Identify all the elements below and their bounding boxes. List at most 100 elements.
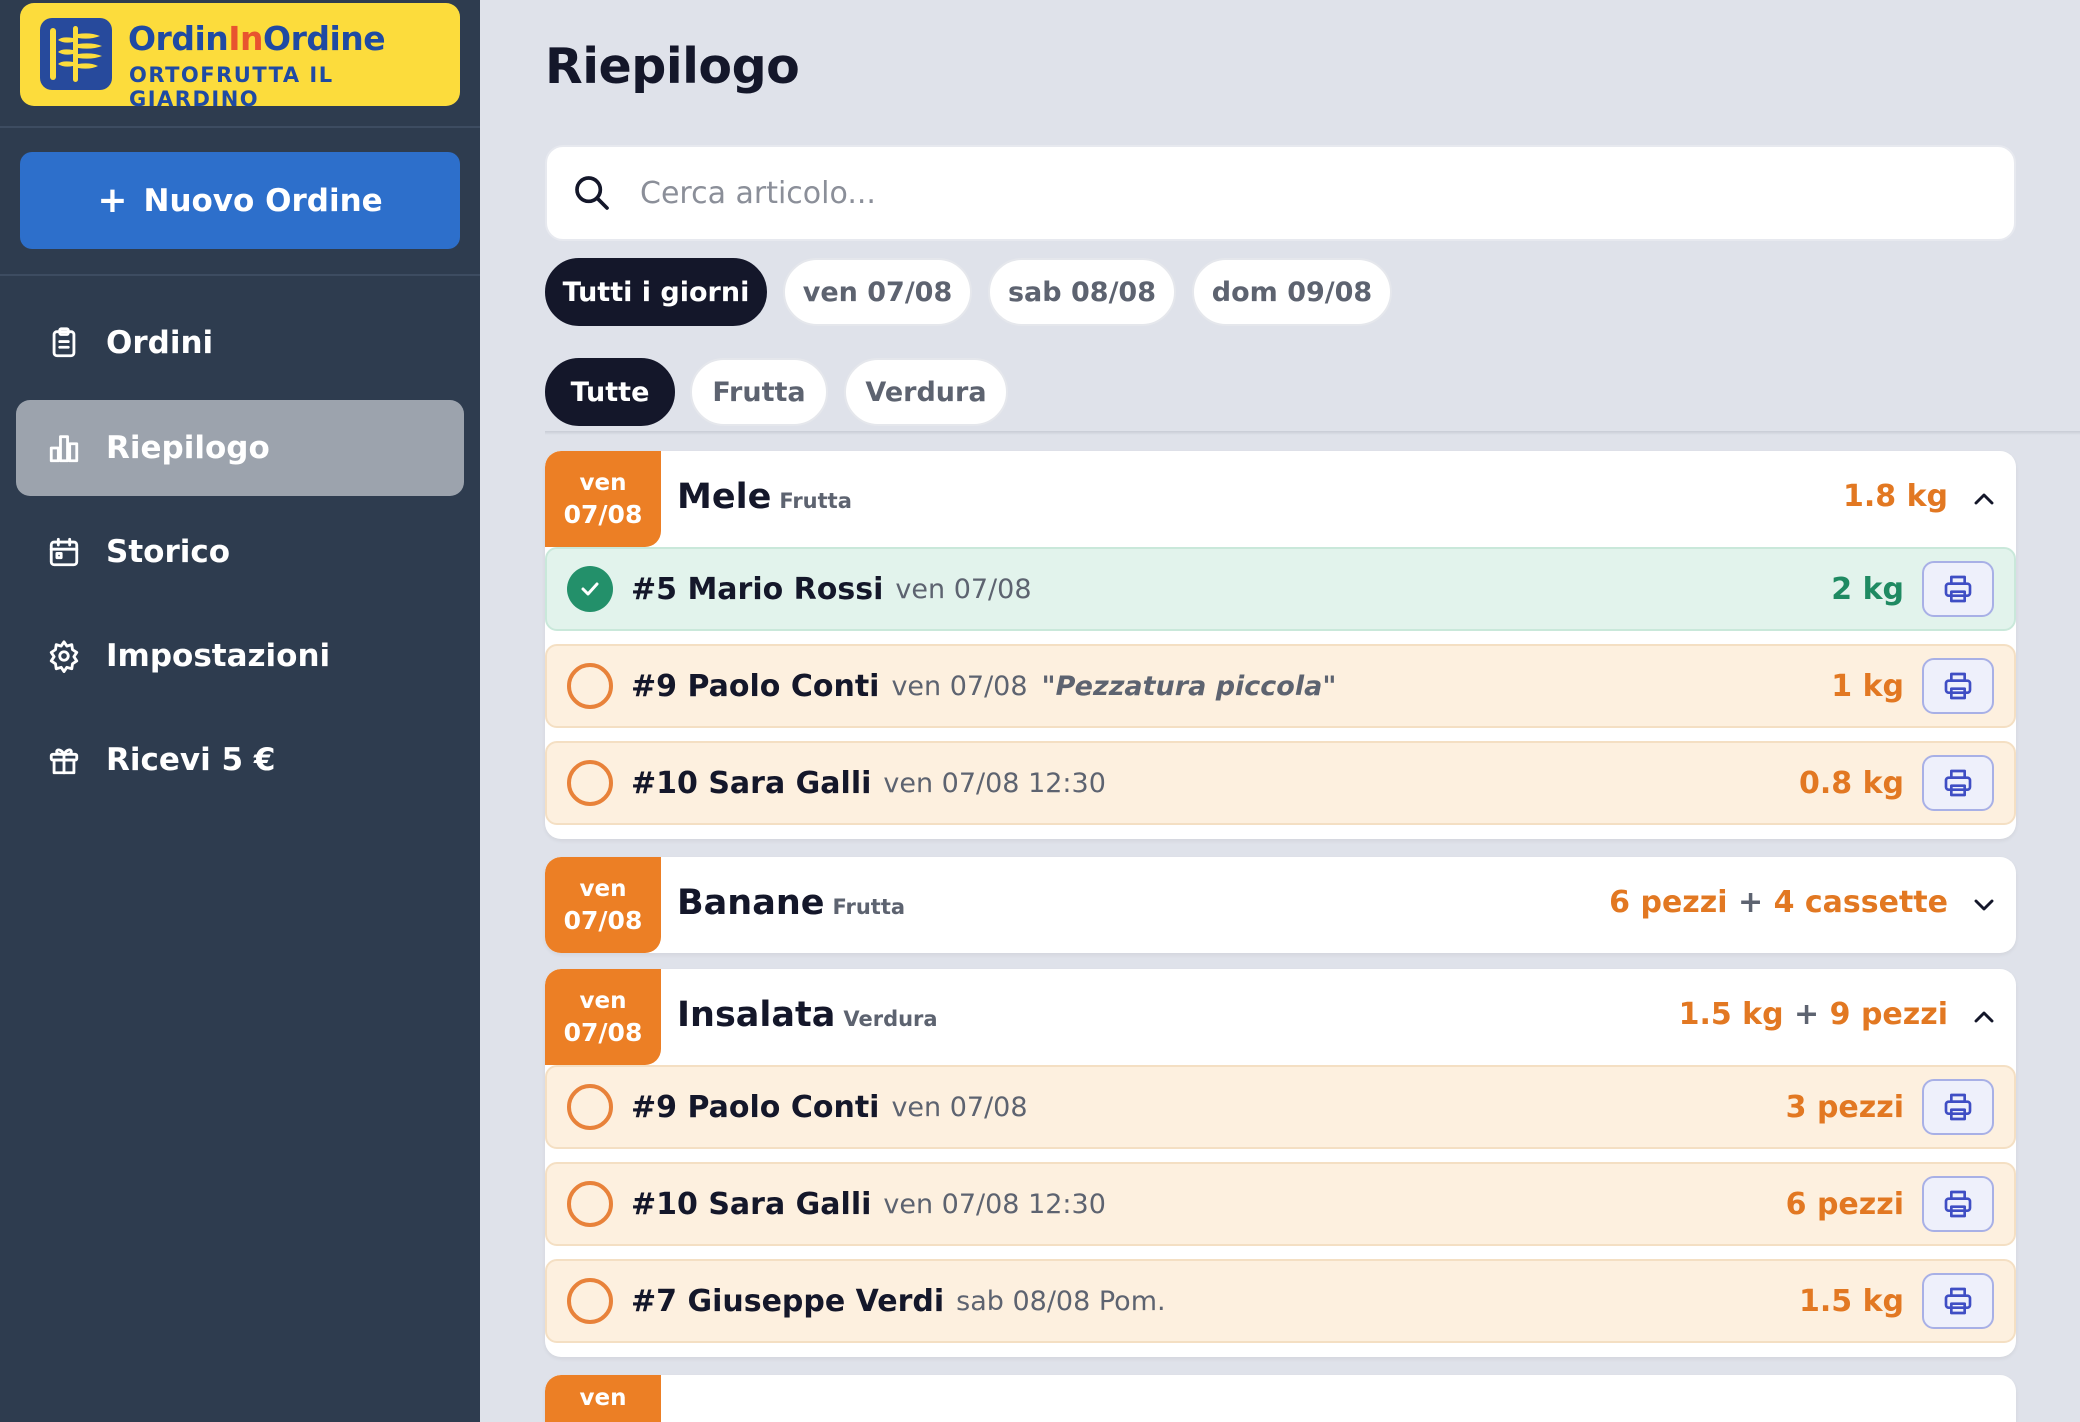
order-row[interactable]: #5 Mario Rossi ven 07/08 2 kg: [545, 547, 2016, 631]
clipboard-icon: [44, 323, 84, 363]
sticky-divider: [545, 431, 2080, 435]
gift-icon: [44, 740, 84, 780]
printer-icon: [1944, 672, 1972, 700]
print-button[interactable]: [1922, 658, 1994, 714]
product-total: 1.5 kg + 9 pezzi: [1678, 997, 1948, 1032]
product-header[interactable]: ven 07/08 Mele Frutta 1.8 kg: [545, 451, 2016, 547]
order-row[interactable]: #10 Sara Galli ven 07/08 12:30 0.8 kg: [545, 741, 2016, 825]
order-customer: #10 Sara Galli: [631, 765, 872, 801]
date-badge: ven 07/08: [545, 857, 661, 953]
printer-icon: [1944, 1093, 1972, 1121]
filter-day-all[interactable]: Tutti i giorni: [545, 258, 767, 326]
product-name: Mele Frutta: [677, 477, 852, 517]
order-row[interactable]: #9 Paolo Conti ven 07/08 3 pezzi: [545, 1065, 2016, 1149]
status-circle-icon[interactable]: [567, 1084, 613, 1130]
chart-bars-icon: [44, 428, 84, 468]
filter-category-all[interactable]: Tutte: [545, 358, 675, 426]
sidebar-item-label: Ordini: [106, 325, 214, 361]
sidebar-item-ordini[interactable]: Ordini: [16, 295, 464, 391]
order-quantity: 2 kg: [1831, 571, 1904, 607]
brand-title: OrdinInOrdine: [128, 19, 386, 58]
gear-icon: [44, 636, 84, 676]
product-total: 1.8 kg: [1842, 479, 1948, 514]
order-customer: #5 Mario Rossi: [631, 571, 884, 607]
product-header[interactable]: ven 07/08 Insalata Verdura 1.5 kg + 9 pez…: [545, 969, 2016, 1065]
print-button[interactable]: [1922, 1176, 1994, 1232]
order-date: ven 07/08 12:30: [883, 1188, 1106, 1220]
new-order-button[interactable]: + Nuovo Ordine: [20, 152, 460, 249]
sidebar-item-label: Storico: [106, 534, 231, 570]
print-button[interactable]: [1922, 1079, 1994, 1135]
date-badge: ven 07/08: [545, 451, 661, 547]
wheat-logo-icon: [40, 18, 112, 90]
filter-category-verdura[interactable]: Verdura: [844, 358, 1008, 426]
sidebar-item-label: Riepilogo: [106, 430, 270, 466]
product-card-mele: ven 07/08 Mele Frutta 1.8 kg #5 Mario Ros…: [545, 451, 2016, 839]
product-header[interactable]: ven 07/08 Banane Frutta 6 pezzi + 4 casse…: [545, 857, 2016, 953]
divider: [0, 126, 480, 128]
sidebar-item-ricevi[interactable]: Ricevi 5 €: [16, 712, 464, 808]
order-customer: #7 Giuseppe Verdi: [631, 1283, 945, 1319]
sidebar-item-storico[interactable]: Storico: [16, 504, 464, 600]
order-customer: #10 Sara Galli: [631, 1186, 872, 1222]
chevron-up-icon[interactable]: [1968, 483, 2000, 515]
product-category: Verdura: [843, 1007, 938, 1031]
print-button[interactable]: [1922, 1273, 1994, 1329]
printer-icon: [1944, 1190, 1972, 1218]
product-category: Frutta: [832, 895, 906, 919]
sidebar-item-impostazioni[interactable]: Impostazioni: [16, 608, 464, 704]
order-quantity: 0.8 kg: [1798, 765, 1904, 801]
order-customer: #9 Paolo Conti: [631, 668, 880, 704]
product-card-partial: ven: [545, 1375, 2016, 1422]
order-quantity: 3 pezzi: [1785, 1089, 1904, 1125]
check-icon[interactable]: [567, 566, 613, 612]
date-badge: ven: [545, 1375, 661, 1422]
product-name: Banane Frutta: [677, 883, 906, 923]
product-header[interactable]: ven: [545, 1375, 2016, 1422]
plus-icon: +: [97, 180, 128, 221]
status-circle-icon[interactable]: [567, 1181, 613, 1227]
divider: [0, 274, 480, 276]
chevron-down-icon[interactable]: [1968, 889, 2000, 921]
filter-day-sab[interactable]: sab 08/08: [988, 258, 1176, 326]
order-row[interactable]: #7 Giuseppe Verdi sab 08/08 Pom. 1.5 kg: [545, 1259, 2016, 1343]
print-button[interactable]: [1922, 755, 1994, 811]
date-badge: ven 07/08: [545, 969, 661, 1065]
order-quantity: 6 pezzi: [1785, 1186, 1904, 1222]
chevron-up-icon[interactable]: [1968, 1001, 2000, 1033]
product-category: Frutta: [779, 489, 852, 513]
order-row[interactable]: #9 Paolo Conti ven 07/08 "Pezzatura picc…: [545, 644, 2016, 728]
filter-day-ven[interactable]: ven 07/08: [783, 258, 972, 326]
search-bar[interactable]: [545, 145, 2016, 241]
product-card-insalata: ven 07/08 Insalata Verdura 1.5 kg + 9 pez…: [545, 969, 2016, 1357]
order-date: ven 07/08: [891, 1091, 1028, 1123]
sidebar: OrdinInOrdine ORTOFRUTTA IL GIARDINO + N…: [0, 0, 480, 1422]
status-circle-icon[interactable]: [567, 663, 613, 709]
printer-icon: [1944, 1287, 1972, 1315]
new-order-label: Nuovo Ordine: [143, 182, 383, 219]
status-circle-icon[interactable]: [567, 1278, 613, 1324]
brand-subtitle: ORTOFRUTTA IL GIARDINO: [129, 63, 334, 111]
sidebar-item-riepilogo[interactable]: Riepilogo: [16, 400, 464, 496]
sidebar-item-label: Impostazioni: [106, 638, 331, 674]
status-circle-icon[interactable]: [567, 760, 613, 806]
order-quantity: 1 kg: [1831, 668, 1904, 704]
print-button[interactable]: [1922, 561, 1994, 617]
brand-logo[interactable]: OrdinInOrdine ORTOFRUTTA IL GIARDINO: [20, 3, 460, 111]
product-name: Insalata Verdura: [677, 995, 938, 1035]
sidebar-item-label: Ricevi 5 €: [106, 742, 276, 778]
order-date: sab 08/08 Pom.: [956, 1285, 1166, 1317]
search-input[interactable]: [640, 175, 1940, 211]
filter-category-frutta[interactable]: Frutta: [690, 358, 828, 426]
order-customer: #9 Paolo Conti: [631, 1089, 880, 1125]
order-row[interactable]: #10 Sara Galli ven 07/08 12:30 6 pezzi: [545, 1162, 2016, 1246]
order-date: ven 07/08: [895, 573, 1032, 605]
product-card-banane: ven 07/08 Banane Frutta 6 pezzi + 4 casse…: [545, 857, 2016, 953]
order-quantity: 1.5 kg: [1798, 1283, 1904, 1319]
order-note: "Pezzatura piccola": [1041, 670, 1337, 702]
order-date: ven 07/08: [891, 670, 1028, 702]
calendar-icon: [44, 532, 84, 572]
filter-day-dom[interactable]: dom 09/08: [1192, 258, 1392, 326]
search-icon: [575, 176, 609, 210]
printer-icon: [1944, 575, 1972, 603]
